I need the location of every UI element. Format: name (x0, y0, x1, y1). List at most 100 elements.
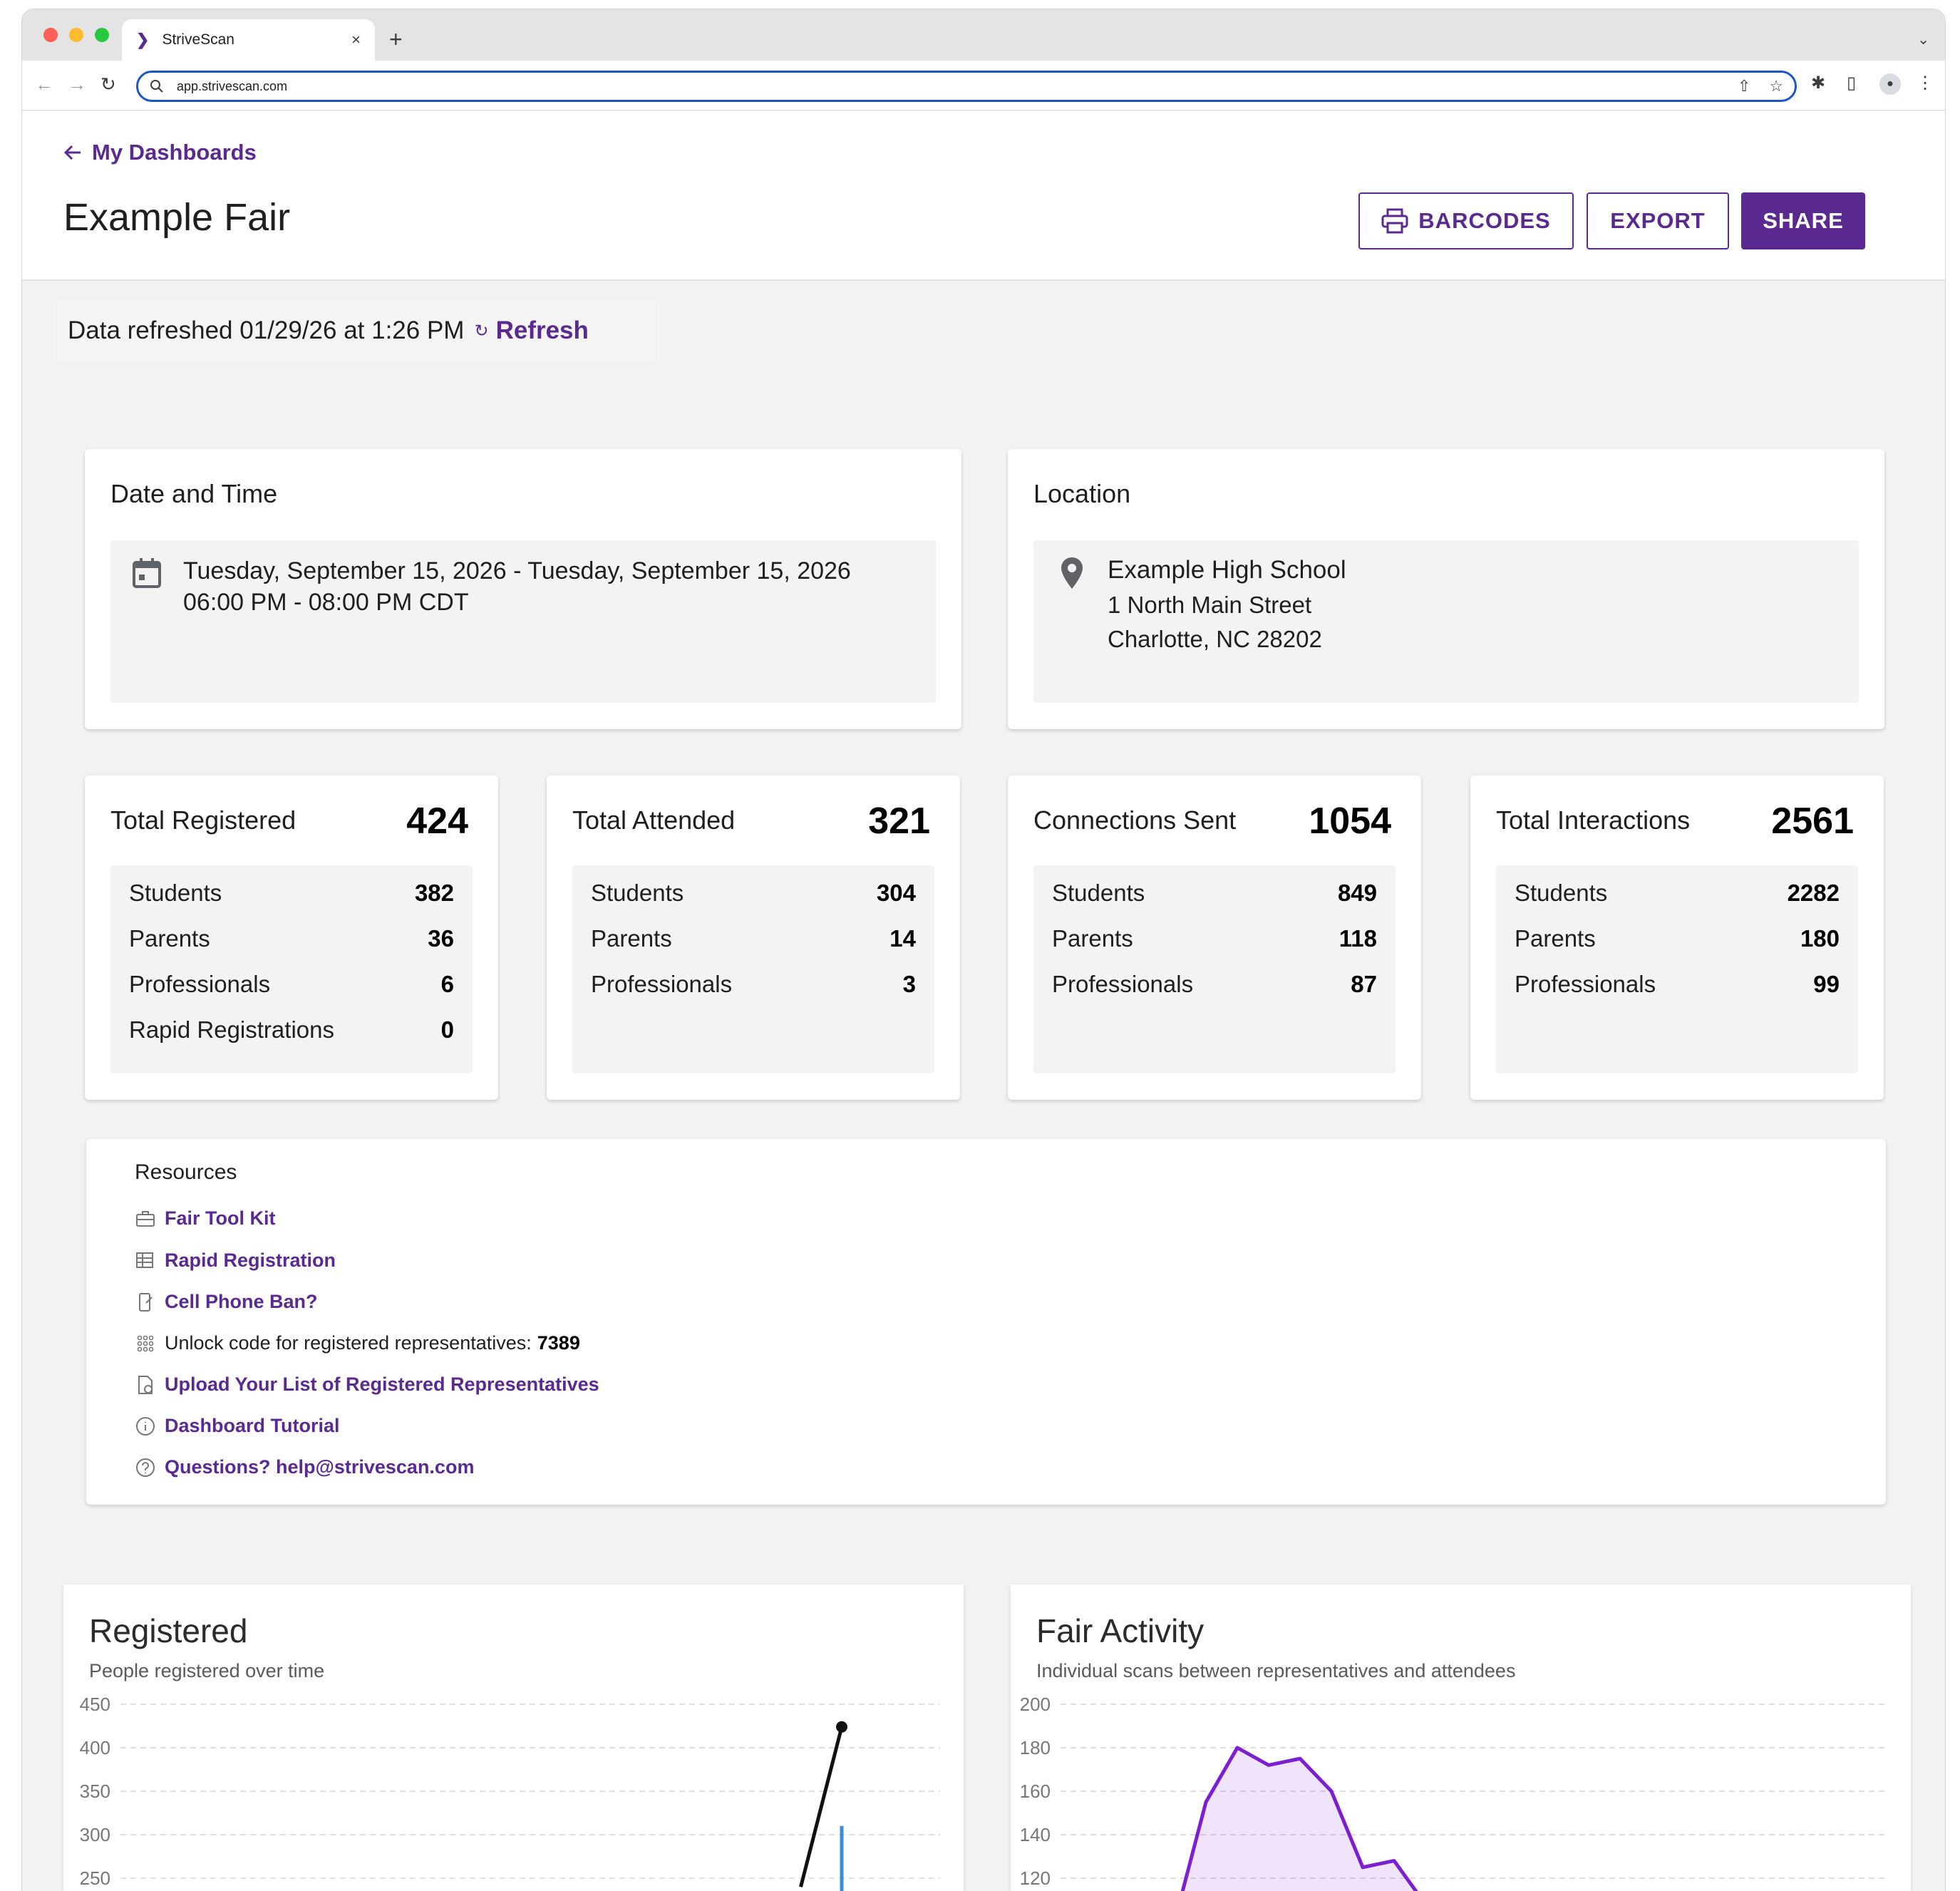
rapid-registration-link[interactable]: Rapid Registration (135, 1249, 336, 1272)
stat-label: Parents (591, 925, 672, 952)
stat-value: 849 (1337, 880, 1377, 906)
y-tick-label: 350 (80, 1781, 110, 1802)
side-panel-icon[interactable]: ▯ (1847, 75, 1856, 92)
stat-value: 118 (1339, 925, 1377, 952)
y-tick-label: 120 (1020, 1867, 1051, 1889)
address-bar[interactable]: app.strivescan.com ⇧ ☆ (136, 71, 1797, 102)
dashboard-tutorial-label: Dashboard Tutorial (165, 1415, 340, 1436)
share-page-icon[interactable]: ⇧ (1738, 77, 1750, 96)
barcodes-button[interactable]: BARCODES (1358, 192, 1574, 249)
location-city: Charlotte, NC 28202 (1108, 626, 1322, 652)
back-to-dashboards-link[interactable]: My Dashboards (63, 140, 257, 165)
y-tick-label: 300 (80, 1824, 110, 1845)
series-line (799, 1726, 844, 1887)
refresh-timestamp: Data refreshed 01/29/26 at 1:26 PM (68, 316, 465, 344)
export-button[interactable]: EXPORT (1587, 192, 1729, 249)
y-tick-label: 250 (80, 1867, 110, 1889)
profile-avatar-icon[interactable]: ● (1879, 73, 1901, 95)
chart-title: Registered (89, 1612, 248, 1649)
fair-tool-kit-link[interactable]: Fair Tool Kit (135, 1207, 276, 1230)
search-icon (150, 80, 163, 93)
bookmark-star-icon[interactable]: ☆ (1769, 77, 1783, 96)
minimize-window-button[interactable] (69, 28, 83, 42)
stat-total: 2561 (1771, 800, 1854, 842)
stat-label: Students (129, 880, 222, 906)
unlock-code-row: Unlock code for registered representativ… (135, 1332, 580, 1354)
reload-icon[interactable]: ↻ (100, 75, 116, 93)
stat-value: 3 (902, 971, 916, 997)
chart-title: Fair Activity (1036, 1612, 1205, 1649)
upload-representatives-label: Upload Your List of Registered Represent… (165, 1374, 599, 1395)
back-link-label: My Dashboards (92, 140, 257, 165)
dashboard-tutorial-link[interactable]: Dashboard Tutorial (135, 1415, 340, 1437)
y-tick-label: 200 (1020, 1694, 1051, 1715)
forward-arrow-icon[interactable]: → (68, 75, 86, 93)
resources-card: Resources Fair Tool Kit Rapid Registrati… (86, 1139, 1886, 1505)
time-range: 06:00 PM - 08:00 PM CDT (183, 589, 469, 616)
y-tick-label: 160 (1020, 1781, 1051, 1802)
share-button[interactable]: SHARE (1741, 192, 1865, 249)
page-title: Example Fair (63, 196, 291, 239)
registered-chart-card: Registered People registered over time 4… (63, 1585, 964, 1891)
fair-activity-chart-card: Fair Activity Individual scans between r… (1011, 1585, 1911, 1891)
unlock-code-text: Unlock code for registered representativ… (165, 1332, 532, 1354)
location-street: 1 North Main Street (1108, 592, 1312, 618)
extensions-puzzle-icon[interactable]: ✱ (1811, 75, 1825, 92)
info-icon (136, 1416, 155, 1436)
location-panel: Example High School 1 North Main Street … (1033, 540, 1859, 703)
data-refresh-bar: Data refreshed 01/29/26 at 1:26 PM ↻ Ref… (53, 302, 659, 360)
stat-title: Total Registered (110, 805, 296, 835)
page-header: My Dashboards Example Fair BARCODES EXPO… (22, 111, 1945, 281)
stat-total: 1054 (1309, 800, 1391, 842)
chart-subtitle: People registered over time (89, 1660, 325, 1681)
location-title: Location (1033, 479, 1131, 508)
new-tab-button[interactable]: + (389, 28, 403, 51)
stat-breakdown: Students 304 Parents 14 Professionals 3 (572, 865, 934, 1073)
stat-title: Connections Sent (1033, 805, 1237, 835)
date-time-card: Date and Time Tuesday, September 15, 202… (85, 449, 961, 729)
window-controls (43, 28, 109, 42)
tab-search-chevron-icon[interactable]: ⌄ (1917, 31, 1929, 48)
stat-value: 0 (440, 1016, 454, 1043)
browser-tab[interactable]: ❯ StriveScan × (122, 19, 375, 61)
help-circle-icon (136, 1458, 155, 1477)
map-pin-icon (1061, 557, 1083, 589)
url-text: app.strivescan.com (177, 78, 288, 93)
y-tick-label: 400 (80, 1737, 110, 1758)
area-fill (1182, 1748, 1416, 1891)
upload-representatives-link[interactable]: Upload Your List of Registered Represent… (135, 1374, 599, 1396)
stat-value: 2282 (1787, 880, 1840, 906)
chart-subtitle: Individual scans between representatives… (1036, 1660, 1516, 1681)
close-tab-icon[interactable]: × (351, 31, 361, 49)
stat-label: Students (1515, 880, 1608, 906)
strivescan-favicon-icon: ❯ (136, 31, 150, 48)
stat-value: 14 (889, 925, 916, 952)
stat-row: Parents 36 (129, 925, 454, 952)
stat-value: 304 (876, 880, 916, 906)
data-point (836, 1721, 847, 1733)
stat-row: Students 304 (591, 880, 916, 907)
fair-activity-area-chart: 200 180 160 140 120 (1020, 1694, 1887, 1891)
stat-title: Total Attended (572, 805, 736, 835)
refresh-link[interactable]: Refresh (496, 316, 589, 345)
close-window-button[interactable] (43, 28, 58, 42)
questions-email-link[interactable]: Questions? help@strivescan.com (135, 1456, 474, 1478)
dialpad-icon (137, 1335, 154, 1351)
stat-row: Rapid Registrations 0 (129, 1016, 454, 1044)
table-edit-icon (136, 1252, 153, 1268)
date-range: Tuesday, September 15, 2026 - Tuesday, S… (183, 557, 851, 584)
refresh-icon[interactable]: ↻ (474, 321, 488, 341)
toolbox-icon (136, 1210, 155, 1227)
stat-row: Parents 118 (1052, 925, 1377, 952)
total-attended-card: Total Attended 321 Students 304 Parents 14… (547, 776, 960, 1100)
stat-row: Professionals 99 (1515, 971, 1840, 998)
more-menu-icon[interactable]: ⋮ (1917, 75, 1934, 92)
stat-value: 382 (414, 880, 454, 906)
back-arrow-icon[interactable]: ← (35, 75, 53, 93)
calendar-icon (133, 558, 161, 588)
stat-label: Professionals (591, 971, 733, 997)
stat-value: 99 (1813, 971, 1840, 997)
cell-phone-ban-link[interactable]: Cell Phone Ban? (135, 1291, 318, 1313)
zoom-window-button[interactable] (95, 28, 109, 42)
stat-row: Parents 14 (591, 925, 916, 952)
